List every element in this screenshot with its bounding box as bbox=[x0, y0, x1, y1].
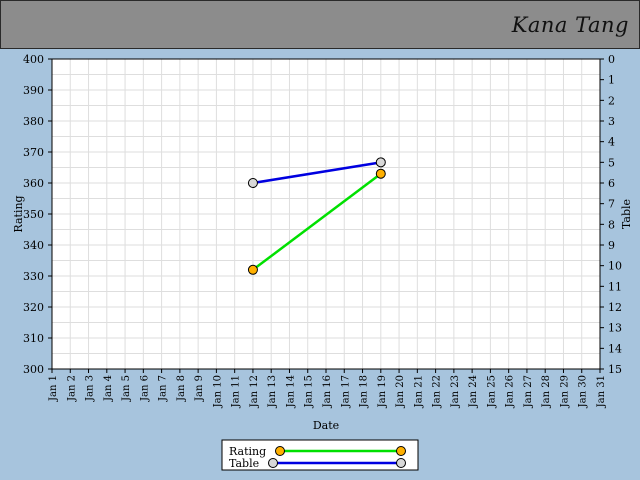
y2-axis-tick-label: 1 bbox=[608, 74, 615, 87]
x-axis-title: Date bbox=[313, 419, 339, 432]
y-axis-tick-label: 320 bbox=[23, 301, 44, 314]
chart: 300310320330340350360370380390400 0123456… bbox=[12, 53, 633, 471]
y-axis-tick-label: 370 bbox=[23, 146, 44, 159]
table-data-point bbox=[375, 157, 386, 168]
x-axis-tick-label: Jan 9 bbox=[194, 375, 205, 402]
header-bar: Kana Tang bbox=[0, 0, 640, 49]
x-axis-tick-label: Jan 26 bbox=[505, 375, 516, 408]
y2-axis-tick-label: 4 bbox=[608, 136, 615, 149]
x-axis-tick-label: Jan 18 bbox=[359, 375, 370, 408]
y2-axis-tick-label: 12 bbox=[608, 301, 622, 314]
rating-data-point bbox=[375, 168, 386, 179]
x-axis-tick-label: Jan 28 bbox=[541, 375, 552, 408]
x-axis-tick-label: Jan 24 bbox=[468, 375, 479, 408]
x-axis-tick-label: Jan 8 bbox=[176, 375, 187, 402]
y2-axis-tick-label: 3 bbox=[608, 115, 615, 128]
y2-axis-tick-label: 6 bbox=[608, 177, 615, 190]
x-axis-tick-label: Jan 19 bbox=[377, 375, 388, 408]
x-axis-tick-label: Jan 11 bbox=[231, 375, 242, 408]
x-axis-tick-label: Jan 30 bbox=[578, 375, 589, 408]
y2-axis-tick-label: 5 bbox=[608, 156, 615, 169]
y2-axis-tick-label: 8 bbox=[608, 218, 615, 231]
x-axis-tick-label: Jan 14 bbox=[285, 375, 296, 408]
y2-axis-tick-label: 11 bbox=[608, 280, 622, 293]
x-axis-tick-label: Jan 13 bbox=[267, 375, 278, 408]
legend-marker-table bbox=[396, 458, 406, 468]
x-axis-tick-label: Jan 12 bbox=[249, 375, 260, 408]
y2-axis-tick-label: 15 bbox=[608, 363, 622, 376]
app-window: 300 310 320 330 340 350 360 370 380 390 400 0 1 2 3 4 5 6… bbox=[0, 0, 640, 480]
y-axis-tick-label: 300 bbox=[23, 363, 44, 376]
y2-axis-tick-label: 14 bbox=[608, 342, 622, 355]
x-axis-tick-label: Jan 21 bbox=[413, 375, 424, 408]
y2-axis-title: Table bbox=[620, 199, 633, 229]
y-axis-tick-label: 360 bbox=[23, 177, 44, 190]
legend-marker-rating bbox=[275, 446, 285, 456]
x-axis-tick-label: Jan 10 bbox=[212, 375, 223, 408]
y-axis-title: Rating bbox=[12, 195, 25, 232]
y-axis-tick-label: 310 bbox=[23, 332, 44, 345]
x-axis-tick-label: Jan 31 bbox=[596, 375, 607, 408]
y2-axis-tick-label: 9 bbox=[608, 239, 615, 252]
x-axis-tick-label: Jan 16 bbox=[322, 375, 333, 408]
y2-axis-tick-label: 2 bbox=[608, 94, 615, 107]
y-axis-tick-label: 380 bbox=[23, 115, 44, 128]
x-axis-tick-label: Jan 15 bbox=[304, 375, 315, 408]
x-axis-tick-label: Jan 17 bbox=[340, 375, 351, 408]
y2-axis-tick-label: 13 bbox=[608, 322, 622, 335]
x-axis-tick-label: Jan 27 bbox=[523, 375, 534, 408]
legend: RatingTable bbox=[221, 439, 419, 471]
y2-axis-tick-label: 0 bbox=[608, 53, 615, 66]
x-axis-tick-label: Jan 7 bbox=[158, 375, 169, 402]
x-axis-tick-label: Jan 20 bbox=[395, 375, 406, 408]
y-axis-tick-label: 340 bbox=[23, 239, 44, 252]
legend-marker-rating bbox=[396, 446, 406, 456]
y2-axis-tick-label: 10 bbox=[608, 260, 622, 273]
y2-axis-tick-label: 7 bbox=[608, 198, 615, 211]
x-axis-tick-label: Jan 29 bbox=[559, 375, 570, 408]
player-name: Kana Tang bbox=[511, 13, 629, 37]
y-axis-tick-label: 400 bbox=[23, 53, 44, 66]
x-axis-tick-label: Jan 25 bbox=[486, 375, 497, 408]
x-axis-tick-label: Jan 5 bbox=[121, 375, 132, 402]
y-axis-tick-label: 350 bbox=[23, 208, 44, 221]
x-axis-tick-label: Jan 1 bbox=[48, 375, 59, 402]
legend-marker-table bbox=[268, 458, 278, 468]
x-axis-tick-label: Jan 23 bbox=[450, 375, 461, 408]
x-axis-tick-label: Jan 4 bbox=[103, 375, 114, 402]
rating-data-point bbox=[247, 264, 258, 275]
y-axis-tick-label: 330 bbox=[23, 270, 44, 283]
x-axis-tick-label: Jan 3 bbox=[85, 375, 96, 402]
x-axis-tick-label: Jan 22 bbox=[432, 375, 443, 408]
y-axis-tick-label: 390 bbox=[23, 84, 44, 97]
legend-label-table: Table bbox=[229, 457, 259, 470]
x-axis-tick-label: Jan 6 bbox=[139, 375, 150, 402]
table-data-point bbox=[247, 178, 258, 188]
x-axis-tick-label: Jan 2 bbox=[66, 375, 77, 402]
